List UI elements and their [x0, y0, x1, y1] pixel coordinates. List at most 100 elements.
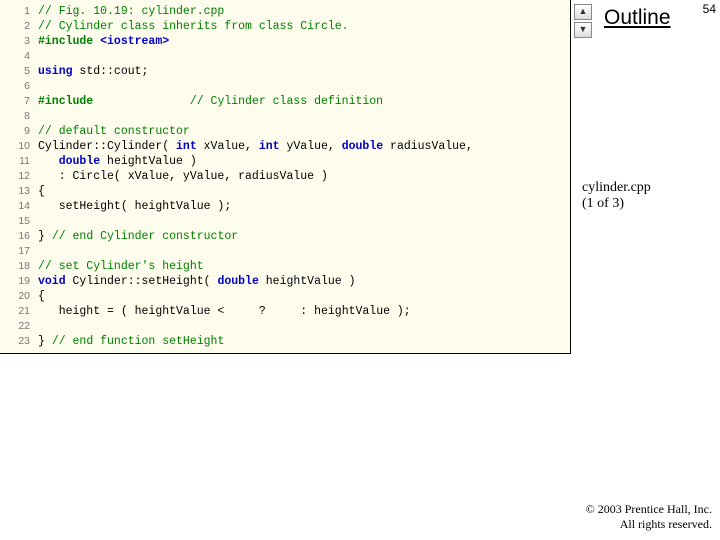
- code-token: // Fig. 10.19: cylinder.cpp: [38, 5, 224, 18]
- code-content: #include // Cylinder class definition: [38, 94, 570, 109]
- page-number: 54: [703, 2, 716, 16]
- code-token: double: [217, 275, 258, 288]
- code-content: // Fig. 10.19: cylinder.cpp: [38, 4, 570, 19]
- line-number: 2: [0, 19, 38, 34]
- code-row: 20{: [0, 289, 570, 304]
- code-token: }: [38, 230, 52, 243]
- code-token: int: [259, 140, 280, 153]
- code-row: 16} // end Cylinder constructor: [0, 229, 570, 244]
- code-content: // set Cylinder's height: [38, 259, 570, 274]
- expand-down-button[interactable]: ▼: [574, 22, 592, 38]
- line-number: 1: [0, 4, 38, 19]
- code-row: 17: [0, 244, 570, 259]
- line-number: 4: [0, 49, 38, 64]
- code-content: {: [38, 289, 570, 304]
- code-row: 21 height = ( heightValue < ? : heightVa…: [0, 304, 570, 319]
- code-token: double: [59, 155, 100, 168]
- code-content: height = ( heightValue < ? : heightValue…: [38, 304, 570, 319]
- line-number: 21: [0, 304, 38, 319]
- code-token: height = ( heightValue <: [38, 305, 231, 318]
- code-token: setHeight( heightValue );: [38, 200, 231, 213]
- code-row: 2// Cylinder class inherits from class C…: [0, 19, 570, 34]
- code-token: std::cout;: [79, 65, 148, 78]
- code-row: 8: [0, 109, 570, 124]
- copyright-line2: All rights reserved.: [620, 517, 712, 531]
- subtitle-part: (1 of 3): [582, 196, 624, 211]
- code-token: int: [176, 140, 197, 153]
- code-content: [38, 319, 570, 334]
- code-token: #include: [38, 95, 93, 108]
- code-content: [38, 244, 570, 259]
- code-token: : heightValue );: [293, 305, 410, 318]
- code-token: [93, 95, 190, 108]
- copyright: © 2003 Prentice Hall, Inc. All rights re…: [586, 502, 712, 532]
- code-token: heightValue ): [259, 275, 356, 288]
- code-token: radiusValue,: [383, 140, 473, 153]
- line-number: 23: [0, 334, 38, 349]
- code-token: // end Cylinder constructor: [52, 230, 238, 243]
- line-number: 7: [0, 94, 38, 109]
- line-number: 14: [0, 199, 38, 214]
- code-content: : Circle( xValue, yValue, radiusValue ): [38, 169, 570, 184]
- line-number: 22: [0, 319, 38, 334]
- code-token: // Cylinder class inherits from class Ci…: [38, 20, 349, 33]
- code-row: 3#include <iostream>: [0, 34, 570, 49]
- line-number: 9: [0, 124, 38, 139]
- line-number: 18: [0, 259, 38, 274]
- line-number: 15: [0, 214, 38, 229]
- subtitle-filename: cylinder.cpp: [582, 180, 651, 195]
- code-content: [38, 109, 570, 124]
- line-number: 20: [0, 289, 38, 304]
- code-row: 23} // end function setHeight: [0, 334, 570, 349]
- line-number: 5: [0, 64, 38, 79]
- code-token: // default constructor: [38, 125, 190, 138]
- line-number: 10: [0, 139, 38, 154]
- code-listing: 1// Fig. 10.19: cylinder.cpp2// Cylinder…: [0, 0, 571, 354]
- expand-up-button[interactable]: ▲: [574, 4, 592, 20]
- line-number: 11: [0, 154, 38, 169]
- code-token: xValue,: [197, 140, 259, 153]
- code-token: // set Cylinder's height: [38, 260, 204, 273]
- code-token: {: [38, 185, 45, 198]
- code-token: ?: [252, 305, 273, 318]
- code-token: [273, 305, 294, 318]
- code-content: [38, 79, 570, 94]
- sidebar: ▲ ▼ Outline 54 cylinder.cpp (1 of 3) © 2…: [572, 0, 720, 540]
- line-number: 12: [0, 169, 38, 184]
- code-content: {: [38, 184, 570, 199]
- code-content: } // end function setHeight: [38, 334, 570, 349]
- code-row: 4: [0, 49, 570, 64]
- code-row: 1// Fig. 10.19: cylinder.cpp: [0, 4, 570, 19]
- code-row: 6: [0, 79, 570, 94]
- code-content: Cylinder::Cylinder( int xValue, int yVal…: [38, 139, 570, 154]
- code-token: }: [38, 335, 52, 348]
- code-content: [38, 49, 570, 64]
- code-row: 15: [0, 214, 570, 229]
- code-row: 22: [0, 319, 570, 334]
- code-row: 13{: [0, 184, 570, 199]
- code-content: double heightValue ): [38, 154, 570, 169]
- code-content: [38, 214, 570, 229]
- line-number: 8: [0, 109, 38, 124]
- code-token: yValue,: [280, 140, 342, 153]
- line-number: 6: [0, 79, 38, 94]
- code-content: using std::cout;: [38, 64, 570, 79]
- line-number: 16: [0, 229, 38, 244]
- code-token: #include: [38, 35, 100, 48]
- copyright-line1: © 2003 Prentice Hall, Inc.: [586, 502, 712, 516]
- code-token: // Cylinder class definition: [190, 95, 383, 108]
- code-row: 9// default constructor: [0, 124, 570, 139]
- code-token: {: [38, 290, 45, 303]
- code-token: void: [38, 275, 66, 288]
- line-number: 3: [0, 34, 38, 49]
- code-token: [38, 155, 59, 168]
- code-row: 10Cylinder::Cylinder( int xValue, int yV…: [0, 139, 570, 154]
- outline-heading: Outline: [604, 6, 671, 30]
- code-content: // Cylinder class inherits from class Ci…: [38, 19, 570, 34]
- code-row: 19void Cylinder::setHeight( double heigh…: [0, 274, 570, 289]
- code-token: double: [342, 140, 383, 153]
- expand-controls: ▲ ▼: [574, 4, 592, 40]
- line-number: 19: [0, 274, 38, 289]
- code-row: 5using std::cout;: [0, 64, 570, 79]
- code-row: 7#include // Cylinder class definition: [0, 94, 570, 109]
